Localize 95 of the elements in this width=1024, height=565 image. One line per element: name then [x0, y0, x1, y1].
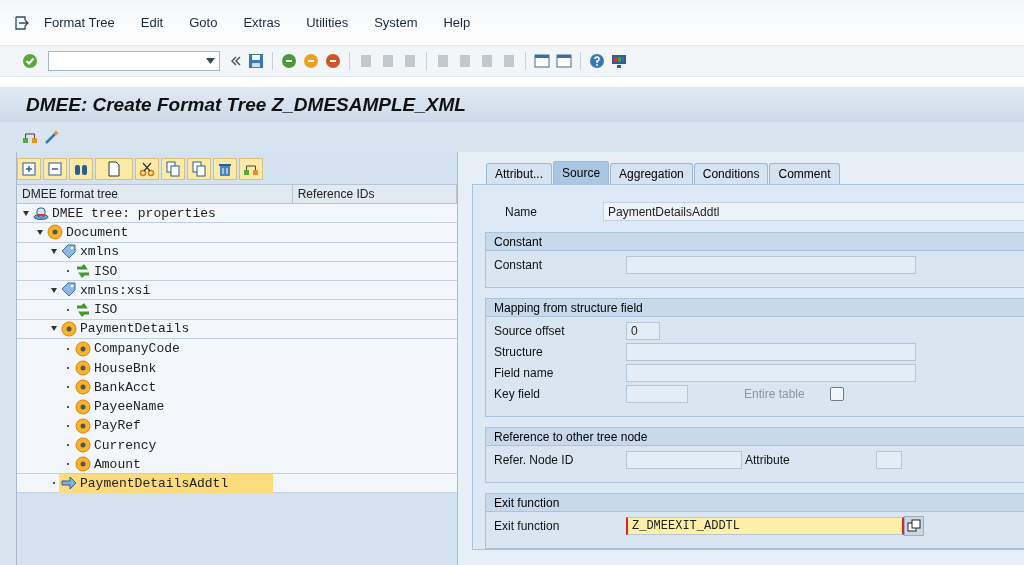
- field-label: Name: [504, 204, 538, 219]
- element-node-icon: [75, 437, 91, 454]
- menu-item[interactable]: Help: [443, 15, 471, 30]
- group-title: Mapping from structure field: [486, 299, 1024, 317]
- group-title: Reference to other tree node: [486, 428, 1024, 446]
- group-title: Exit function: [486, 494, 1024, 512]
- tree-node[interactable]: ISO: [73, 300, 120, 320]
- cancel-icon: [325, 53, 341, 69]
- field-label: Refer. Node ID: [493, 452, 575, 467]
- screen-title: DMEE: Create Format Tree Z_DMESAMPLE_XML: [26, 93, 466, 116]
- tree-node[interactable]: Currency: [73, 435, 159, 455]
- element-node-icon: [75, 398, 91, 415]
- copy-icon: [906, 517, 922, 534]
- expand-arrow-icon[interactable]: [51, 287, 57, 293]
- menu-item[interactable]: Utilities: [306, 15, 349, 30]
- input-field[interactable]: [626, 450, 742, 469]
- field-label: Source offset: [493, 323, 566, 338]
- paste-button[interactable]: [187, 158, 211, 180]
- tree-node[interactable]: PayRef: [73, 416, 143, 436]
- new-session-icon: [534, 53, 550, 69]
- enter-icon: [22, 53, 38, 69]
- input-field[interactable]: [626, 342, 916, 361]
- tree-node[interactable]: HouseBnk: [73, 358, 159, 378]
- menu-item[interactable]: Edit: [140, 15, 164, 30]
- column-header[interactable]: Reference IDs: [292, 185, 457, 203]
- input-field[interactable]: Z_DMEEXIT_ADDTL: [626, 516, 904, 535]
- element-node-icon: [61, 320, 77, 337]
- expand-button[interactable]: [17, 158, 41, 180]
- structure-button[interactable]: [239, 158, 263, 180]
- field-label: Constant: [493, 257, 544, 272]
- menu-item[interactable]: Goto: [189, 15, 218, 30]
- shortcut-icon: [556, 53, 572, 69]
- menu-icon[interactable]: [14, 14, 30, 31]
- expand-arrow-icon[interactable]: [37, 229, 43, 235]
- tab[interactable]: Attribut...: [486, 163, 553, 184]
- tree-node[interactable]: BankAcct: [73, 377, 159, 397]
- collapse-button[interactable]: [43, 158, 67, 180]
- expand-arrow-icon[interactable]: [51, 326, 57, 332]
- element-node-icon: [75, 417, 91, 434]
- expand-arrow-icon[interactable]: [23, 210, 29, 216]
- dropdown-caret-icon: [206, 58, 215, 64]
- collapse-icon: [47, 161, 63, 177]
- trash-icon: [217, 161, 233, 177]
- tab[interactable]: Aggregation: [610, 163, 693, 184]
- tree-node[interactable]: xmlns: [59, 242, 121, 262]
- swap-arrows-icon: [75, 263, 91, 280]
- menu-item[interactable]: Format Tree: [44, 15, 115, 30]
- back-icon: [281, 53, 297, 69]
- expand-icon: [21, 161, 37, 177]
- input-field[interactable]: 0: [626, 321, 660, 340]
- tree-node[interactable]: Document: [45, 222, 131, 242]
- input-field[interactable]: [626, 384, 688, 403]
- element-node-icon: [75, 340, 91, 357]
- paste-icon: [191, 161, 207, 177]
- menu-item[interactable]: System: [374, 15, 418, 30]
- tab[interactable]: Conditions: [693, 163, 769, 184]
- double-chevron-icon[interactable]: [230, 55, 242, 67]
- cut-button[interactable]: [135, 158, 159, 180]
- delete-button[interactable]: [213, 158, 237, 180]
- column-header[interactable]: DMEE format tree: [17, 185, 293, 203]
- option-label: Entire table: [743, 386, 806, 401]
- field-label: Structure: [493, 344, 544, 359]
- tab[interactable]: Source: [553, 161, 610, 184]
- monitor-icon: [611, 53, 627, 69]
- swap-arrows-icon: [75, 301, 91, 318]
- right-arrow-icon: [61, 475, 77, 492]
- tree-node[interactable]: ISO: [73, 261, 120, 281]
- find-button[interactable]: [69, 158, 93, 180]
- save-icon: [248, 53, 264, 69]
- field-label: Key field: [493, 386, 542, 401]
- element-node-icon: [75, 456, 91, 472]
- field-label: Attribute: [744, 452, 791, 467]
- element-node-icon: [75, 379, 91, 396]
- menu-item[interactable]: Extras: [243, 15, 281, 30]
- element-node-icon: [47, 224, 63, 241]
- expand-arrow-icon[interactable]: [51, 249, 57, 255]
- magic-wand-icon: [44, 129, 60, 145]
- exit-icon: [303, 53, 319, 69]
- field-label: Exit function: [493, 518, 561, 533]
- copy-icon: [165, 161, 181, 177]
- tree-node[interactable]: Amount: [73, 454, 143, 474]
- hat-icon: [33, 205, 49, 222]
- tab[interactable]: Comment: [769, 163, 840, 184]
- document-icon: [106, 161, 122, 177]
- element-node-icon: [75, 360, 91, 376]
- field-label: Field name: [493, 365, 555, 380]
- input-field[interactable]: [876, 450, 902, 469]
- help-icon: [589, 53, 605, 69]
- scissors-icon: [139, 161, 155, 177]
- name-field[interactable]: PaymentDetailsAddtl: [603, 202, 1024, 221]
- command-field[interactable]: [48, 51, 220, 71]
- input-field[interactable]: [626, 255, 916, 274]
- value-help-button[interactable]: [904, 515, 924, 536]
- input-field[interactable]: [626, 363, 916, 382]
- group-title: Constant: [486, 233, 1024, 251]
